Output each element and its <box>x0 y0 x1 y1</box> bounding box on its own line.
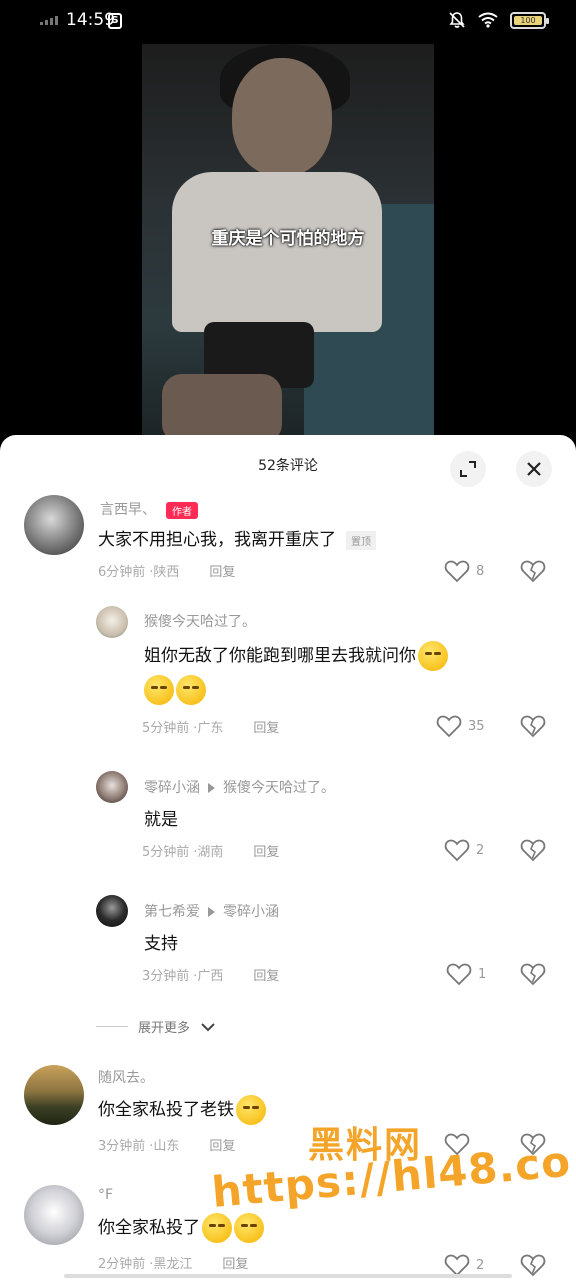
comment-emoji-row <box>142 675 206 705</box>
wifi-icon <box>478 12 498 28</box>
comment-count-title: 52条评论 <box>258 458 318 474</box>
avatar[interactable] <box>24 495 84 555</box>
comment-username[interactable]: 猴傻今天哈过了。 <box>144 611 256 631</box>
broken-heart-icon <box>520 560 546 583</box>
heart-icon <box>444 560 470 583</box>
comment-text: 姐你无敌了你能跑到哪里去我就问你 <box>144 641 448 671</box>
expand-replies-button[interactable]: 展开更多 <box>96 1017 216 1036</box>
comment-text: 就是 <box>144 810 178 830</box>
comment-meta: 5分钟前 ·湖南 回复 <box>142 845 280 860</box>
video-player[interactable]: 重庆是个可怕的地方 <box>0 44 576 444</box>
comment-text: 支持 <box>144 934 178 954</box>
emoji-icon <box>418 641 448 671</box>
reply-arrow-icon <box>208 907 215 917</box>
comment-username[interactable]: 零碎小涵 猴傻今天哈过了。 <box>144 777 335 797</box>
comment-text: 你全家私投了老铁 <box>98 1095 266 1125</box>
avatar[interactable] <box>96 606 128 638</box>
comment-text: 大家不用担心我，我离开重庆了 置顶 <box>98 525 376 550</box>
battery-icon: 100 <box>510 11 549 29</box>
avatar[interactable] <box>24 1065 84 1125</box>
broken-heart-icon <box>520 715 546 738</box>
reply-button[interactable]: 回复 <box>209 565 235 580</box>
emoji-icon <box>234 1213 264 1243</box>
comment-meta: 6分钟前 ·陕西 回复 <box>98 565 236 580</box>
reply-button[interactable]: 回复 <box>253 721 279 736</box>
dislike-button[interactable] <box>520 714 546 742</box>
avatar[interactable] <box>96 895 128 927</box>
comment-meta: 3分钟前 ·山东 回复 <box>98 1139 236 1154</box>
like-button[interactable]: 35 <box>436 714 485 738</box>
heart-icon <box>444 839 470 862</box>
reply-button[interactable]: 回复 <box>222 1257 248 1272</box>
reply-arrow-icon <box>208 783 215 793</box>
comment-username[interactable]: °F <box>98 1187 113 1203</box>
comment-meta: 5分钟前 ·广东 回复 <box>142 721 280 736</box>
comment-meta: 2分钟前 ·黑龙江 回复 <box>98 1257 249 1272</box>
app-notification-icon: S <box>108 13 122 29</box>
avatar[interactable] <box>96 771 128 803</box>
pinned-badge: 置顶 <box>346 530 376 550</box>
chevron-down-icon <box>201 1022 215 1031</box>
dislike-button[interactable] <box>520 838 546 866</box>
comment-username[interactable]: 随风去。 <box>98 1067 154 1087</box>
reply-button[interactable]: 回复 <box>253 845 279 860</box>
emoji-icon <box>144 675 174 705</box>
expand-button[interactable] <box>450 451 486 487</box>
heart-icon <box>436 715 462 738</box>
like-button[interactable]: 2 <box>444 838 484 862</box>
dislike-button[interactable] <box>520 962 546 990</box>
comment-text: 你全家私投了 <box>98 1213 264 1243</box>
close-button[interactable] <box>516 451 552 487</box>
heart-icon <box>446 963 472 986</box>
emoji-icon <box>236 1095 266 1125</box>
signal-icon <box>40 16 58 25</box>
broken-heart-icon <box>520 963 546 986</box>
comment-username[interactable]: 言西早、 作者 <box>100 499 198 519</box>
like-button[interactable]: 8 <box>444 559 484 583</box>
comment-meta: 3分钟前 ·广西 回复 <box>142 969 280 984</box>
broken-heart-icon <box>520 1254 546 1277</box>
emoji-icon <box>202 1213 232 1243</box>
avatar[interactable] <box>24 1185 84 1245</box>
video-caption: 重庆是个可怕的地方 <box>211 229 365 249</box>
comment-username[interactable]: 第七希爱 零碎小涵 <box>144 901 279 921</box>
status-bar: 14:59 S 100 <box>0 0 576 44</box>
home-indicator[interactable] <box>64 1274 512 1278</box>
reply-button[interactable]: 回复 <box>209 1139 235 1154</box>
reply-button[interactable]: 回复 <box>253 969 279 984</box>
broken-heart-icon <box>520 839 546 862</box>
fullscreen-icon <box>460 461 476 477</box>
like-button[interactable]: 1 <box>446 962 486 986</box>
dislike-button[interactable] <box>520 1253 546 1280</box>
author-badge: 作者 <box>166 501 198 519</box>
close-icon <box>527 462 541 476</box>
emoji-icon <box>176 675 206 705</box>
dislike-button[interactable] <box>520 559 546 587</box>
mute-bell-icon <box>449 12 465 28</box>
